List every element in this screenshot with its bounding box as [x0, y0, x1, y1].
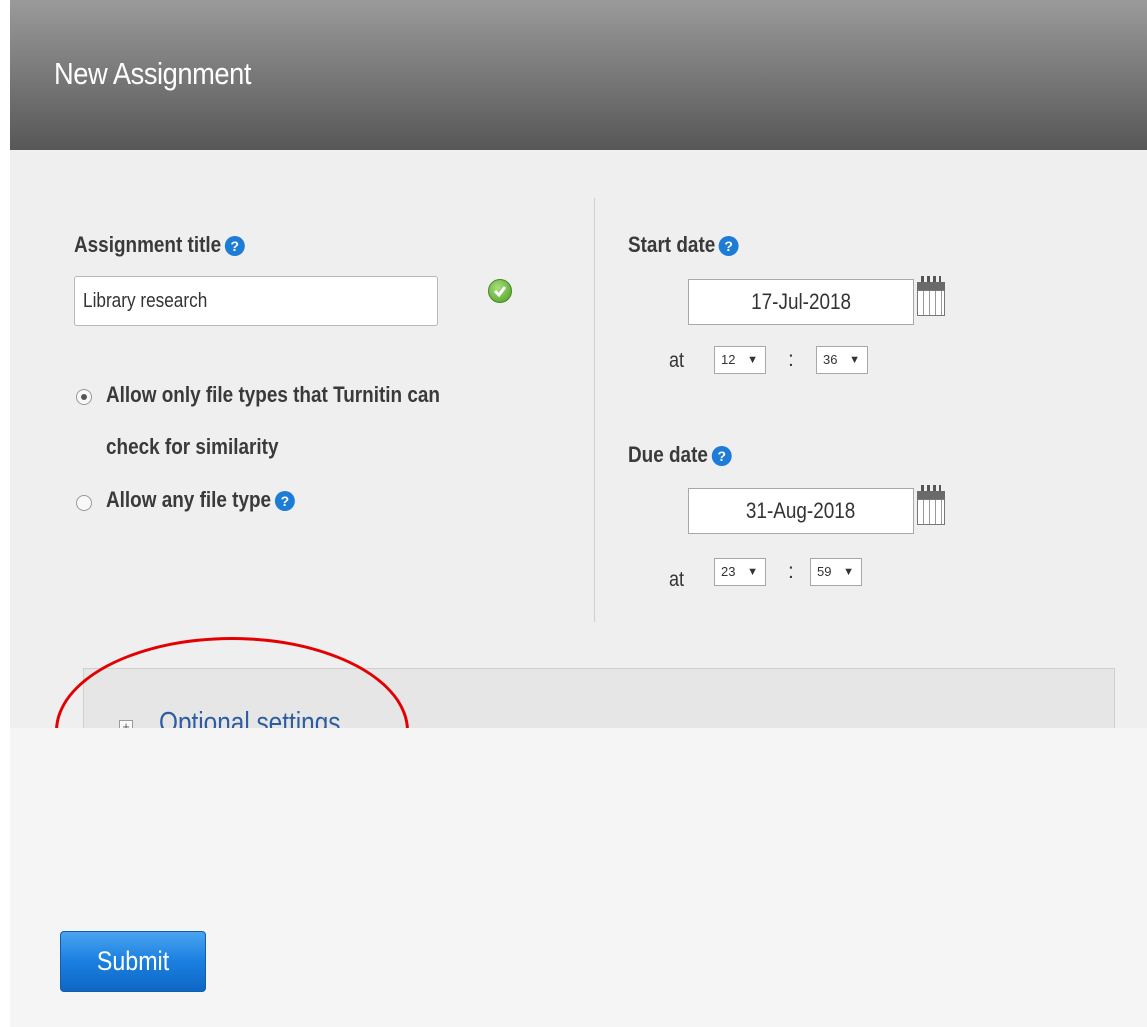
start-date-label-text: Start date	[628, 232, 716, 257]
column-divider	[594, 198, 595, 622]
assignment-title-label-text: Assignment title	[74, 232, 222, 257]
due-date-input[interactable]: 31-Aug-2018	[688, 488, 914, 534]
assignment-title-input[interactable]: Library research	[74, 276, 438, 326]
start-at-label: at	[669, 349, 685, 372]
check-circle-icon	[488, 279, 512, 303]
due-hour-value: 23	[721, 564, 736, 579]
radio-turnitin-types[interactable]	[76, 389, 92, 405]
radio-any-type[interactable]	[76, 495, 92, 511]
due-minute-select[interactable]: 59 ▼	[810, 558, 862, 586]
chevron-down-icon: ▼	[747, 566, 758, 578]
radio-turnitin-types-label-line2: check for similarity	[106, 434, 279, 459]
due-hour-select[interactable]: 23 ▼	[714, 558, 766, 586]
help-icon[interactable]: ?	[224, 236, 245, 257]
assignment-title-label: Assignment title?	[74, 232, 245, 258]
start-date-label: Start date?	[628, 232, 740, 258]
help-icon[interactable]: ?	[711, 446, 732, 467]
start-date-value: 17-Jul-2018	[751, 289, 851, 314]
calendar-icon[interactable]	[917, 485, 945, 525]
submit-button[interactable]: Submit	[60, 931, 206, 992]
start-minute-value: 36	[823, 352, 838, 367]
due-date-value: 31-Aug-2018	[746, 498, 856, 523]
radio-any-type-label-text: Allow any file type	[106, 487, 272, 512]
help-icon[interactable]: ?	[719, 236, 740, 257]
calendar-icon[interactable]	[917, 276, 945, 316]
start-hour-value: 12	[721, 352, 736, 367]
submit-label: Submit	[96, 946, 170, 976]
assignment-title-value: Library research	[83, 290, 208, 312]
chevron-down-icon: ▼	[843, 566, 854, 578]
start-date-input[interactable]: 17-Jul-2018	[688, 279, 914, 325]
help-icon[interactable]: ?	[274, 491, 295, 512]
page: New Assignment Assignment title? Library…	[0, 0, 1147, 1027]
radio-any-type-label: Allow any file type?	[106, 487, 295, 513]
due-date-label-text: Due date	[628, 442, 708, 467]
due-date-label: Due date?	[628, 442, 732, 468]
radio-turnitin-types-label: Allow only file types that Turnitin can	[106, 382, 440, 407]
due-time-colon: :	[788, 560, 794, 583]
due-minute-value: 59	[817, 564, 832, 579]
page-title: New Assignment	[54, 56, 252, 91]
start-time-colon: :	[788, 348, 794, 371]
due-at-label: at	[669, 568, 685, 591]
start-minute-select[interactable]: 36 ▼	[816, 346, 868, 374]
footer-bar: Submit	[10, 728, 1147, 1027]
start-hour-select[interactable]: 12 ▼	[714, 346, 766, 374]
chevron-down-icon: ▼	[747, 354, 758, 366]
header-bar: New Assignment	[10, 0, 1147, 150]
chevron-down-icon: ▼	[849, 354, 860, 366]
